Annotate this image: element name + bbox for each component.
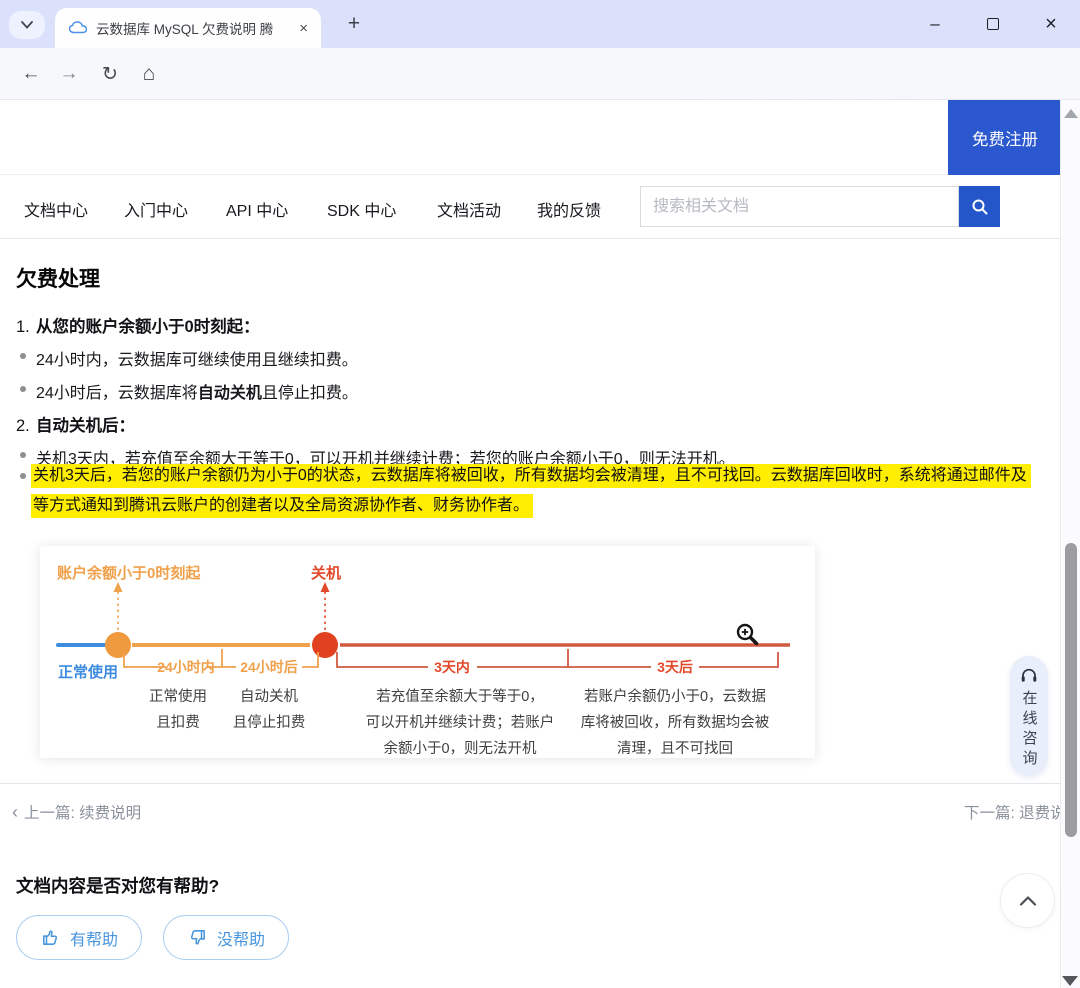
highlighted-text-line2: 等方式通知到腾讯云账户的创建者以及全局资源协作者、财务协作者。 bbox=[31, 491, 533, 515]
window-controls: – × bbox=[906, 0, 1080, 48]
tab-search-button[interactable] bbox=[9, 11, 45, 39]
bullet-item: 24小时内，云数据库可继续使用且继续扣费。 bbox=[36, 346, 358, 370]
chevron-left-icon: ‹ bbox=[12, 802, 18, 823]
new-tab-button[interactable]: + bbox=[340, 10, 368, 38]
seg3-label: 3天内 bbox=[434, 659, 470, 675]
back-icon[interactable]: ← bbox=[14, 48, 48, 100]
marker2-label: 关机 bbox=[311, 564, 341, 582]
list-number: 2. bbox=[16, 417, 36, 436]
seg2-desc: 且停止扣费 bbox=[233, 714, 306, 731]
helpful-button[interactable]: 有帮助 bbox=[16, 915, 142, 960]
scroll-to-top-button[interactable] bbox=[1000, 873, 1055, 928]
docnav-doc-center[interactable]: 文档中心 bbox=[24, 197, 88, 221]
scrollbar-down-arrow-icon[interactable] bbox=[1062, 976, 1078, 986]
tencent-cloud-favicon bbox=[69, 21, 87, 35]
feedback-question: 文档内容是否对您有帮助? bbox=[16, 873, 219, 898]
bullet2-bold: 自动关机 bbox=[198, 385, 262, 402]
chevron-up-icon bbox=[1019, 896, 1037, 906]
thumbs-down-icon bbox=[187, 927, 208, 948]
bullet-dot bbox=[20, 473, 26, 479]
seg3-desc: 可以开机并继续计费；若账户 bbox=[366, 714, 555, 731]
not-helpful-button[interactable]: 没帮助 bbox=[163, 915, 289, 960]
bullet2-pre: 24小时后，云数据库将 bbox=[36, 385, 198, 402]
docnav-my-feedback[interactable]: 我的反馈 bbox=[537, 197, 601, 221]
search-icon bbox=[971, 198, 989, 216]
highlighted-text-line1: 关机3天后，若您的账户余额仍为小于0的状态，云数据库将被回收，所有数据均会被清理… bbox=[31, 461, 1031, 485]
highlight-text: 等方式通知到腾讯云账户的创建者以及全局资源协作者、财务协作者。 bbox=[31, 494, 533, 518]
site-header: 腾讯云 HOT 最新活动 产品 更多 搜索: 知识引擎... 中国站 文档 备案… bbox=[0, 100, 1080, 175]
reload-icon[interactable]: ↻ bbox=[93, 48, 127, 100]
docnav-start-center[interactable]: 入门中心 bbox=[124, 197, 188, 221]
not-helpful-label: 没帮助 bbox=[217, 926, 265, 950]
headset-icon bbox=[1020, 667, 1038, 683]
seg4-desc: 清理，且不可找回 bbox=[617, 740, 733, 757]
helpful-label: 有帮助 bbox=[70, 926, 118, 950]
chevron-down-icon bbox=[21, 21, 33, 29]
browser-toolbar: ← → ↻ ⌂ cloud.tencent.com/document/produ… bbox=[0, 48, 1080, 100]
forward-icon[interactable]: → bbox=[52, 48, 86, 100]
seg4-label: 3天后 bbox=[657, 659, 693, 675]
minimize-button[interactable]: – bbox=[906, 0, 964, 48]
scrollbar-thumb[interactable] bbox=[1065, 543, 1077, 837]
timeline-diagram: 账户余额小于0时刻起 关机 24小时内 24小时后 bbox=[40, 546, 815, 758]
maximize-button[interactable] bbox=[964, 0, 1022, 48]
docnav-sdk-center[interactable]: SDK 中心 bbox=[327, 197, 396, 221]
seg3-desc: 若充值至余额大于等于0， bbox=[376, 687, 544, 705]
docnav-api-center[interactable]: API 中心 bbox=[226, 197, 288, 221]
list-item-2-text: 自动关机后： bbox=[36, 417, 135, 435]
seg1-desc: 且扣费 bbox=[156, 714, 200, 731]
zoom-cursor-icon bbox=[735, 622, 761, 653]
thumbs-up-icon bbox=[40, 927, 61, 948]
prev-article-link[interactable]: ‹ 上一篇: 续费说明 bbox=[12, 801, 141, 823]
home-icon[interactable]: ⌂ bbox=[132, 48, 166, 100]
list-number: 1. bbox=[16, 318, 36, 337]
online-consult-widget[interactable]: 在线咨询 bbox=[1010, 656, 1048, 776]
seg1-desc: 正常使用 bbox=[149, 688, 207, 705]
bullet2-post: 且停止扣费。 bbox=[262, 385, 358, 402]
list-item-2: 2.自动关机后： bbox=[16, 412, 135, 436]
highlight-text: 关机3天后，若您的账户余额仍为小于0的状态，云数据库将被回收，所有数据均会被清理… bbox=[31, 464, 1031, 488]
seg3-desc: 余额小于0，则无法开机 bbox=[383, 739, 537, 757]
section-divider bbox=[0, 783, 1080, 784]
doc-search-button[interactable] bbox=[959, 186, 1000, 227]
doc-search-input[interactable] bbox=[640, 186, 959, 227]
docnav-doc-activity[interactable]: 文档活动 bbox=[437, 197, 501, 221]
active-tab[interactable]: 云数据库 MySQL 欠费说明 腾 × bbox=[55, 8, 321, 48]
timeline-diagram-image[interactable]: 账户余额小于0时刻起 关机 24小时内 24小时后 bbox=[40, 546, 815, 758]
consult-label: 在线咨询 bbox=[1019, 690, 1040, 770]
list-item-1-text: 从您的账户余额小于0时刻起： bbox=[36, 318, 260, 336]
seg1-label: 24小时内 bbox=[157, 659, 215, 675]
page-scrollbar[interactable] bbox=[1060, 100, 1080, 988]
bullet-item: 24小时后，云数据库将自动关机且停止扣费。 bbox=[36, 379, 358, 403]
seg2-desc: 自动关机 bbox=[240, 688, 298, 705]
list-item-1: 1.从您的账户余额小于0时刻起： bbox=[16, 313, 260, 337]
close-button[interactable]: × bbox=[1022, 0, 1080, 48]
phase-normal-label: 正常使用 bbox=[58, 663, 118, 681]
browser-tab-strip: 云数据库 MySQL 欠费说明 腾 × + – × bbox=[0, 0, 1080, 48]
article-content: 欠费处理 1.从您的账户余额小于0时刻起： 24小时内，云数据库可继续使用且继续… bbox=[0, 239, 1080, 988]
register-button[interactable]: 免费注册 bbox=[948, 100, 1062, 175]
maximize-icon bbox=[987, 18, 999, 30]
prev-article-label: 上一篇: 续费说明 bbox=[24, 801, 141, 823]
seg2-label: 24小时后 bbox=[240, 659, 298, 675]
marker1-label: 账户余额小于0时刻起 bbox=[57, 564, 201, 582]
doc-nav: 文档中心 入门中心 API 中心 SDK 中心 文档活动 我的反馈 bbox=[0, 175, 1080, 239]
scrollbar-up-arrow-icon[interactable] bbox=[1064, 109, 1078, 118]
tab-title: 云数据库 MySQL 欠费说明 腾 bbox=[96, 18, 296, 38]
seg4-desc: 库将被回收，所有数据均会被 bbox=[581, 714, 770, 731]
tab-close-icon[interactable]: × bbox=[296, 20, 311, 37]
seg4-desc: 若账户余额仍小于0，云数据 bbox=[584, 687, 766, 705]
page-title: 欠费处理 bbox=[16, 263, 100, 293]
